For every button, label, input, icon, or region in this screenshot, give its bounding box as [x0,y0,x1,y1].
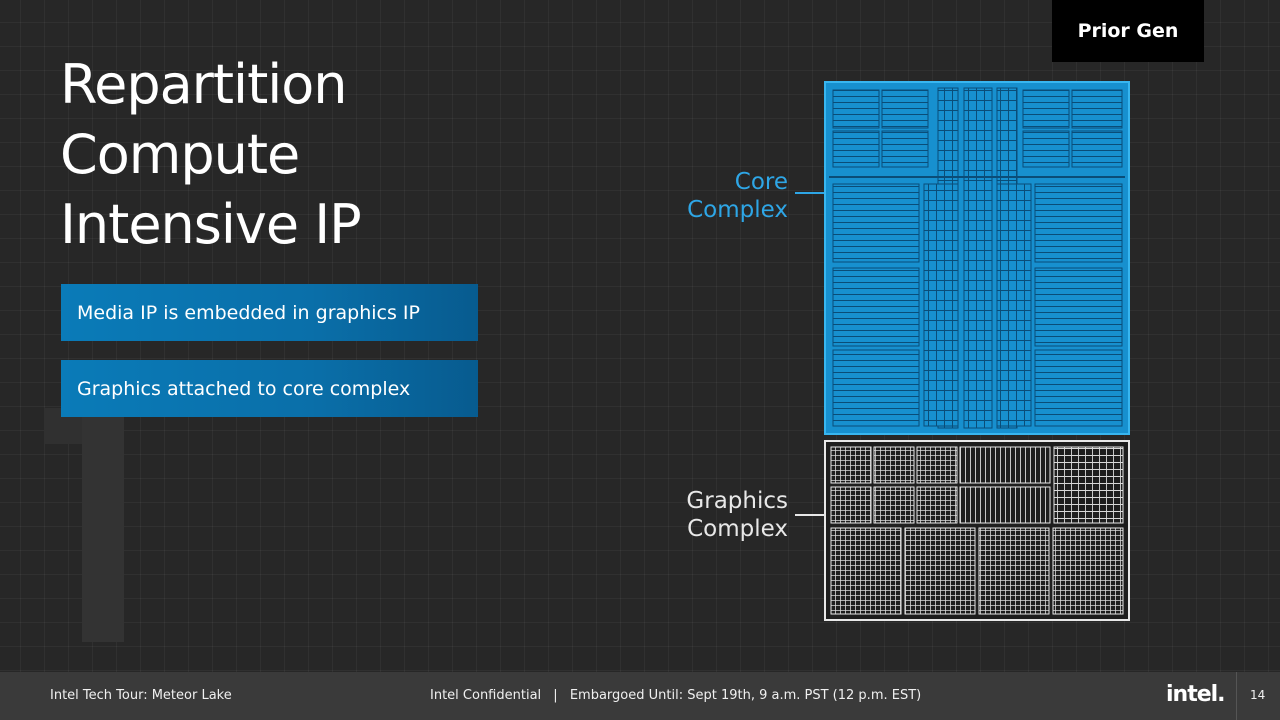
footer-bar: Intel Tech Tour: Meteor Lake Intel Confi… [0,672,1280,720]
core-complex-die [824,81,1130,435]
slide-canvas: Repartition Compute Intensive IP Media I… [0,0,1280,672]
embargo-text: Embargoed Until: Sept 19th, 9 a.m. PST (… [569,688,922,703]
page-number: 14 [1250,688,1266,702]
die-diagram [824,81,1130,621]
confidential-text: Intel Confidential [430,688,542,703]
graphics-complex-die [824,440,1130,621]
footer-separator: | [553,688,558,703]
intel-logo: intel. [1166,682,1226,707]
footer-confidential: Intel Confidential | Embargoed Until: Se… [430,688,921,703]
footer-event-title: Intel Tech Tour: Meteor Lake [50,688,232,703]
